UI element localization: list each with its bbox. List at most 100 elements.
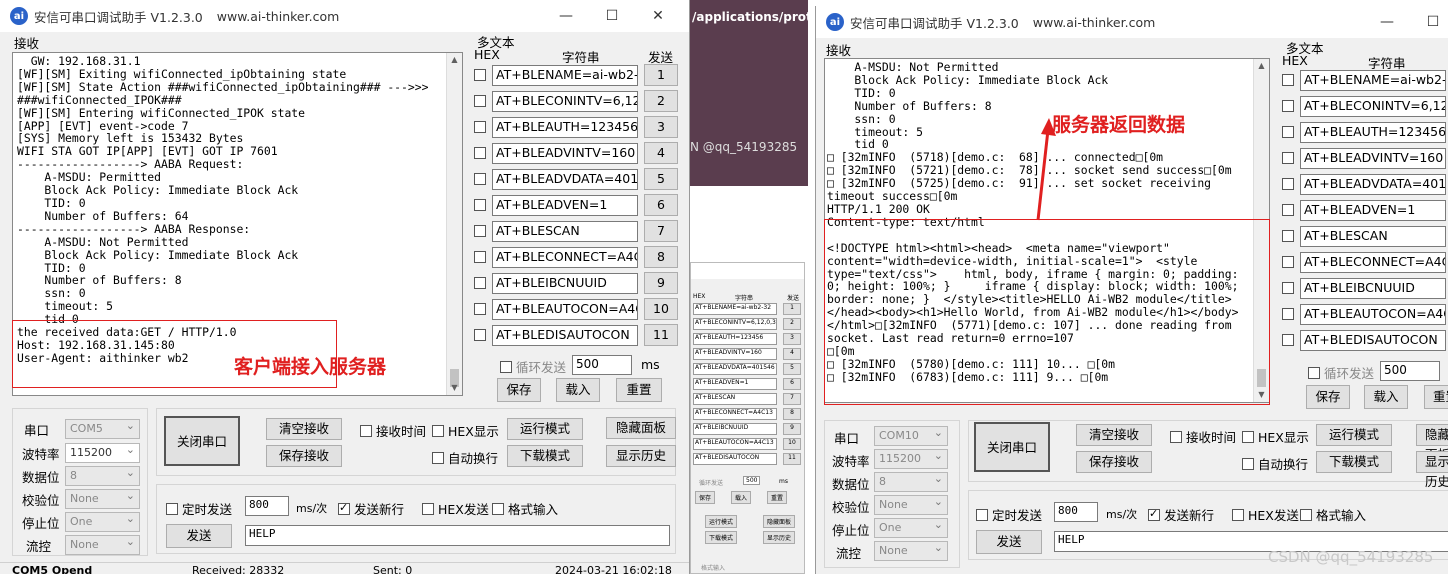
port-select[interactable]: COM5 — [65, 417, 140, 439]
loop-interval-input[interactable]: 500 — [572, 355, 632, 375]
command-input[interactable]: AT+BLEADVDATA=401546 — [492, 168, 638, 190]
mini-command-input[interactable]: AT+BLESCAN — [693, 393, 777, 405]
command-input[interactable]: AT+BLECONNECT=A4C13 — [1300, 251, 1446, 273]
command-hex-checkbox[interactable] — [1282, 204, 1294, 216]
send-text-input[interactable]: HELP — [245, 525, 670, 546]
format-input-checkbox[interactable]: 格式输入 — [1300, 505, 1366, 524]
send-button[interactable]: 发送 — [976, 530, 1042, 554]
command-hex-checkbox[interactable] — [1282, 282, 1294, 294]
run-mode-button[interactable]: 运行模式 — [507, 418, 583, 440]
command-hex-checkbox[interactable] — [1282, 334, 1294, 346]
auto-wrap-checkbox[interactable]: 自动换行 — [432, 448, 498, 467]
command-send-button[interactable]: 7 — [644, 220, 678, 242]
command-input[interactable]: AT+BLECONNECT=A4C13 — [492, 246, 638, 268]
command-hex-checkbox[interactable] — [474, 121, 486, 133]
hex-send-checkbox[interactable]: HEX发送 — [422, 499, 489, 518]
auto-wrap-checkbox[interactable]: 自动换行 — [1242, 454, 1308, 473]
loop-send-checkbox[interactable]: 循环发送 — [1308, 363, 1374, 382]
mini-command-input[interactable]: AT+BLEAUTH=123456 — [693, 333, 777, 345]
command-input[interactable]: AT+BLEADVEN=1 — [492, 194, 638, 216]
stopbits-select[interactable]: One — [65, 510, 140, 532]
left-recv-scrollbar[interactable]: ▲ ▼ — [446, 53, 462, 395]
command-send-button[interactable]: 5 — [644, 168, 678, 190]
load-button[interactable]: 载入 — [556, 378, 600, 402]
command-input[interactable]: AT+BLENAME=ai-wb2-32 — [492, 64, 638, 86]
command-input[interactable]: AT+BLESCAN — [492, 220, 638, 242]
command-hex-checkbox[interactable] — [474, 173, 486, 185]
command-hex-checkbox[interactable] — [474, 69, 486, 81]
download-mode-button[interactable]: 下载模式 — [507, 445, 583, 467]
download-mode-button[interactable]: 下载模式 — [1316, 451, 1392, 473]
command-input[interactable]: AT+BLEIBCNUUID — [492, 272, 638, 294]
flow-select[interactable]: None — [874, 539, 948, 561]
mini-reset-button[interactable]: 重置 — [767, 491, 788, 504]
timed-send-checkbox[interactable]: 定时发送 — [166, 499, 232, 518]
maximize-icon[interactable]: ☐ — [589, 8, 635, 24]
mini-command-input[interactable]: AT+BLEDISAUTOCON — [693, 453, 777, 465]
timed-interval-input[interactable]: 800 — [245, 496, 289, 516]
mini-loop-value[interactable]: 500 — [743, 476, 761, 485]
command-input[interactable]: AT+BLEDISAUTOCON — [492, 324, 638, 346]
mini-command-input[interactable]: AT+BLEADVINTV=160 — [693, 348, 777, 360]
mini-command-input[interactable]: AT+BLECONNECT=A4C13 — [693, 408, 777, 420]
mini-save-button[interactable]: 保存 — [695, 491, 716, 504]
show-history-button[interactable]: 显示历史 — [1416, 451, 1448, 489]
command-hex-checkbox[interactable] — [1282, 230, 1294, 242]
send-newline-checkbox[interactable]: 发送新行 — [1148, 505, 1214, 524]
scroll-up-icon[interactable]: ▲ — [447, 53, 462, 67]
mini-command-input[interactable]: AT+BLEIBCNUUID — [693, 423, 777, 435]
command-input[interactable]: AT+BLENAME=ai-wb2-32 — [1300, 69, 1446, 91]
command-hex-checkbox[interactable] — [474, 199, 486, 211]
command-input[interactable]: AT+BLEADVINTV=160 — [492, 142, 638, 164]
mini-download-mode-button[interactable]: 下载模式 — [705, 531, 738, 544]
command-input[interactable]: AT+BLECONINTV=6,12,0,3 — [1300, 95, 1446, 117]
command-send-button[interactable]: 10 — [644, 298, 678, 320]
run-mode-button[interactable]: 运行模式 — [1316, 424, 1392, 446]
command-hex-checkbox[interactable] — [1282, 308, 1294, 320]
clear-recv-button[interactable]: 清空接收 — [1076, 424, 1152, 446]
command-send-button[interactable]: 8 — [644, 246, 678, 268]
command-input[interactable]: AT+BLEAUTOCON=A4C13 — [492, 298, 638, 320]
mini-command-send-button[interactable]: 10 — [783, 438, 801, 450]
command-send-button[interactable]: 3 — [644, 116, 678, 138]
save-button[interactable]: 保存 — [1306, 385, 1350, 409]
timed-send-checkbox[interactable]: 定时发送 — [976, 505, 1042, 524]
clear-recv-button[interactable]: 清空接收 — [266, 418, 342, 440]
recv-time-checkbox[interactable]: 接收时间 — [1170, 427, 1236, 446]
close-port-button[interactable]: 关闭串口 — [164, 416, 240, 466]
stopbits-select[interactable]: One — [874, 516, 948, 538]
save-recv-button[interactable]: 保存接收 — [266, 445, 342, 467]
mini-command-input[interactable]: AT+BLEADVEN=1 — [693, 378, 777, 390]
parity-select[interactable]: None — [874, 493, 948, 515]
mini-command-input[interactable]: AT+BLEAUTOCON=A4C13 — [693, 438, 777, 450]
minimize-icon[interactable]: — — [1364, 14, 1410, 30]
hex-send-checkbox[interactable]: HEX发送 — [1232, 505, 1299, 524]
command-hex-checkbox[interactable] — [474, 225, 486, 237]
command-input[interactable]: AT+BLEIBCNUUID — [1300, 277, 1446, 299]
mini-command-input[interactable]: AT+BLECONINTV=6,12,0,3 — [693, 318, 777, 330]
maximize-icon[interactable]: ☐ — [1410, 14, 1448, 30]
baud-select[interactable]: 115200 — [874, 447, 948, 469]
command-hex-checkbox[interactable] — [474, 277, 486, 289]
command-hex-checkbox[interactable] — [1282, 100, 1294, 112]
command-input[interactable]: AT+BLEADVEN=1 — [1300, 199, 1446, 221]
hex-display-checkbox[interactable]: HEX显示 — [432, 421, 499, 440]
command-hex-checkbox[interactable] — [474, 329, 486, 341]
mini-command-send-button[interactable]: 2 — [783, 318, 801, 330]
mini-command-send-button[interactable]: 8 — [783, 408, 801, 420]
command-hex-checkbox[interactable] — [1282, 178, 1294, 190]
command-input[interactable]: AT+BLEAUTOCON=A4C13 — [1300, 303, 1446, 325]
command-hex-checkbox[interactable] — [474, 303, 486, 315]
mini-command-send-button[interactable]: 6 — [783, 378, 801, 390]
command-input[interactable]: AT+BLESCAN — [1300, 225, 1446, 247]
format-input-checkbox[interactable]: 格式输入 — [492, 499, 558, 518]
save-recv-button[interactable]: 保存接收 — [1076, 451, 1152, 473]
command-input[interactable]: AT+BLEDISAUTOCON — [1300, 329, 1446, 351]
mini-hide-panel-button[interactable]: 隐藏面板 — [763, 515, 796, 528]
command-hex-checkbox[interactable] — [1282, 256, 1294, 268]
command-input[interactable]: AT+BLECONINTV=6,12,0,3 — [492, 90, 638, 112]
command-input[interactable]: AT+BLEAUTH=123456 — [1300, 121, 1446, 143]
close-icon[interactable]: ✕ — [635, 8, 681, 24]
load-button[interactable]: 载入 — [1364, 385, 1408, 409]
mini-command-send-button[interactable]: 5 — [783, 363, 801, 375]
